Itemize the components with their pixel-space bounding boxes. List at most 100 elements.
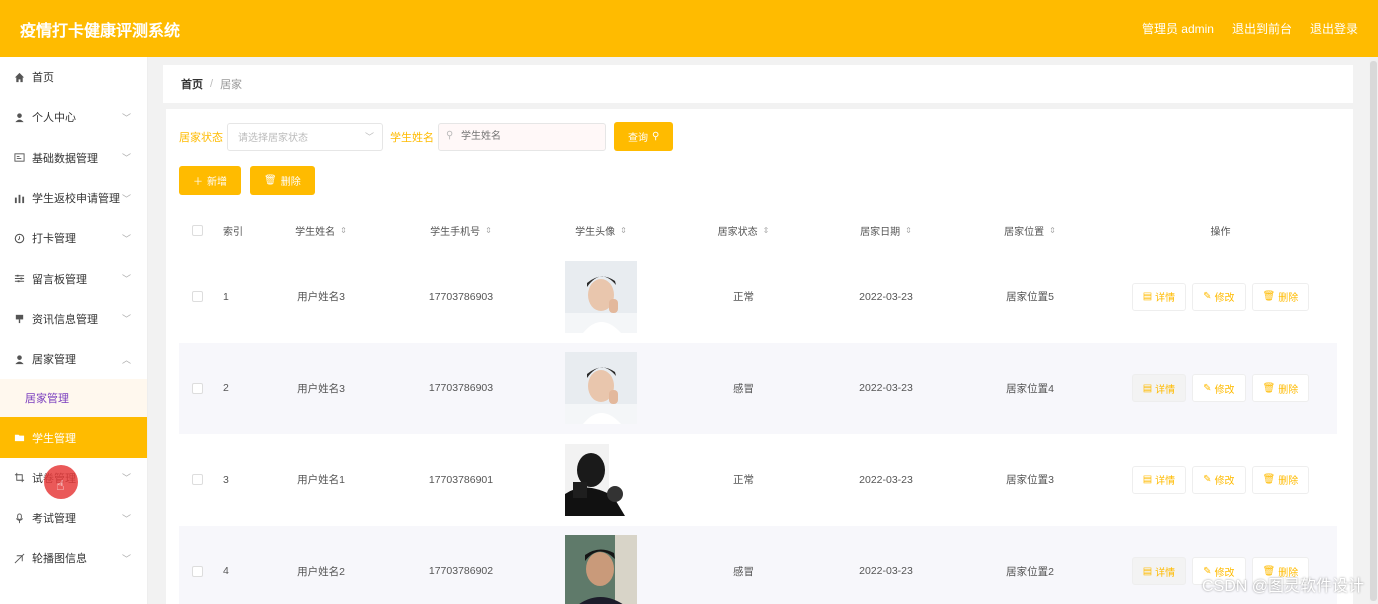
status-filter-label: 居家状态 xyxy=(179,131,223,144)
query-button[interactable]: 查询 ⚲ xyxy=(614,122,674,151)
submenu-item-home-quarantine[interactable]: 居家管理 xyxy=(0,379,147,418)
query-button-label: 查询 xyxy=(628,133,648,144)
sidebar-item-students[interactable]: 学生管理 xyxy=(0,417,147,458)
detail-button[interactable]: ▤ 详情 xyxy=(1131,557,1187,586)
sidebar-item-return-application[interactable]: 学生返校申请管理 ﹀ xyxy=(0,178,147,218)
status-select[interactable]: 请选择居家状态 ﹀ xyxy=(227,122,383,151)
column-header-phone[interactable]: 学生手机号 ⇕ xyxy=(391,209,531,251)
cell-name: 用户姓名2 xyxy=(297,565,345,578)
delete-button[interactable]: 🗑 删除 xyxy=(1251,282,1310,311)
student-avatar-image xyxy=(565,535,637,604)
sidebar-item-exams[interactable]: 考试管理 ﹀ xyxy=(0,498,147,538)
cell-index: 3 xyxy=(223,473,229,486)
sort-icon[interactable]: ⇕ xyxy=(763,226,770,235)
detail-label: 详情 xyxy=(1155,293,1176,305)
cell-avatar xyxy=(531,526,671,604)
page-scrollbar[interactable] xyxy=(1369,57,1378,604)
select-all-checkbox[interactable] xyxy=(191,224,203,236)
add-button[interactable]: ＋ 新增 xyxy=(179,166,241,195)
bulk-delete-button[interactable]: 🗑 删除 xyxy=(250,166,315,195)
sort-icon[interactable]: ⇕ xyxy=(485,226,492,235)
top-header: 疫情打卡健康评测系统 管理员 admin 退出到前台 退出登录 xyxy=(0,0,1378,57)
header-checkbox-cell[interactable] xyxy=(179,209,215,251)
edit-button[interactable]: ✎ 修改 xyxy=(1192,374,1246,403)
delete-button[interactable]: 🗑 删除 xyxy=(1251,465,1310,494)
sidebar-item-message-board[interactable]: 留言板管理 ﹀ xyxy=(0,258,147,298)
delete-button[interactable]: 🗑 删除 xyxy=(1251,374,1310,403)
row-checkbox-cell[interactable] xyxy=(179,526,215,604)
cell-phone: 17703786903 xyxy=(428,382,494,395)
clock-icon xyxy=(12,231,26,245)
detail-button[interactable]: ▤ 详情 xyxy=(1131,282,1187,311)
sidebar-item-news[interactable]: 资讯信息管理 ﹀ xyxy=(0,299,147,339)
sidebar-item-papers[interactable]: 试卷管理 ﹀ xyxy=(0,458,147,498)
breadcrumb-home[interactable]: 首页 xyxy=(181,76,203,92)
sidebar-item-label: 试卷管理 xyxy=(32,472,76,485)
student-avatar-image xyxy=(565,352,637,425)
folder-icon xyxy=(12,431,26,445)
detail-button[interactable]: ▤ 详情 xyxy=(1131,465,1187,494)
main-content: 首页 / 居家 居家状态 请选择居家状态 ﹀ 学生姓名 ⚲ 查询 ⚲ ＋ 新增 xyxy=(163,57,1367,604)
sidebar-item-home-quarantine[interactable]: 居家管理 ︿ xyxy=(0,339,147,379)
sort-icon[interactable]: ⇕ xyxy=(340,226,347,235)
pencil-icon: ✎ xyxy=(1203,291,1212,303)
name-search-wrapper: ⚲ xyxy=(438,122,606,151)
row-checkbox-cell[interactable] xyxy=(179,343,215,435)
column-label: 居家状态 xyxy=(717,226,758,238)
crop-icon xyxy=(12,471,26,485)
sidebar-item-carousel[interactable]: 轮播图信息 ﹀ xyxy=(0,538,147,578)
row-checkbox-cell[interactable] xyxy=(179,251,215,343)
sidebar-item-label: 轮播图信息 xyxy=(32,553,87,566)
watermark: CSDN @图灵软件设计 xyxy=(1201,578,1364,595)
delete-button-label: 删除 xyxy=(280,177,301,188)
student-avatar-image xyxy=(565,443,637,516)
breadcrumb-current: 居家 xyxy=(220,79,243,91)
edit-button[interactable]: ✎ 修改 xyxy=(1192,465,1246,494)
cell-location: 居家位置5 xyxy=(1006,291,1054,304)
row-checkbox[interactable] xyxy=(191,382,203,394)
scrollbar-thumb[interactable] xyxy=(1370,61,1377,601)
sidebar-item-label: 首页 xyxy=(32,72,54,85)
data-table: 索引 学生姓名 ⇕ 学生手机号 ⇕ 学生头像 ⇕ 居家状态 ⇕ 居家日期 ⇕ 居家位置 ⇕ … xyxy=(179,209,1337,604)
sidebar-item-basic-data[interactable]: 基础数据管理 ﹀ xyxy=(0,138,147,178)
chevron-down-icon: ﹀ xyxy=(121,274,131,285)
edit-button[interactable]: ✎ 修改 xyxy=(1192,282,1246,311)
submenu-item-label: 居家管理 xyxy=(25,393,69,406)
row-checkbox[interactable] xyxy=(191,565,203,577)
row-checkbox[interactable] xyxy=(191,474,203,486)
detail-button[interactable]: ▤ 详情 xyxy=(1131,374,1187,403)
cell-status: 感冒 xyxy=(733,565,754,578)
delete-label: 删除 xyxy=(1278,384,1299,396)
trash-icon: 🗑 xyxy=(1262,382,1276,394)
row-checkbox-cell[interactable] xyxy=(179,434,215,526)
column-header-date[interactable]: 居家日期 ⇕ xyxy=(816,209,956,251)
document-icon: ▤ xyxy=(1142,565,1153,577)
edit-label: 修改 xyxy=(1214,293,1235,305)
chevron-down-icon: ﹀ xyxy=(121,553,131,564)
sidebar-item-home[interactable]: 首页 xyxy=(0,57,147,97)
sort-icon[interactable]: ⇕ xyxy=(905,226,912,235)
cell-phone: 17703786901 xyxy=(428,473,494,486)
column-header-location[interactable]: 居家位置 ⇕ xyxy=(956,209,1104,251)
toolbar: ＋ 新增 🗑 删除 xyxy=(179,166,315,195)
sidebar-item-label: 个人中心 xyxy=(32,112,76,125)
detail-label: 详情 xyxy=(1155,567,1176,579)
cell-phone: 17703786903 xyxy=(428,290,494,303)
sidebar-item-profile[interactable]: 个人中心 ﹀ xyxy=(0,97,147,137)
back-to-frontend-link[interactable]: 退出到前台 xyxy=(1232,20,1292,37)
column-header-status[interactable]: 居家状态 ⇕ xyxy=(671,209,816,251)
sidebar-item-label: 打卡管理 xyxy=(32,233,76,246)
sliders-icon xyxy=(12,272,26,286)
name-search-input[interactable] xyxy=(438,122,606,151)
row-checkbox[interactable] xyxy=(191,291,203,303)
search-icon: ⚲ xyxy=(446,129,454,141)
column-header-name[interactable]: 学生姓名 ⇕ xyxy=(251,209,391,251)
document-icon: ▤ xyxy=(1142,382,1153,394)
sort-icon[interactable]: ⇕ xyxy=(620,226,627,235)
column-header-avatar[interactable]: 学生头像 ⇕ xyxy=(531,209,671,251)
sort-icon[interactable]: ⇕ xyxy=(1049,226,1056,235)
delete-label: 删除 xyxy=(1278,476,1299,488)
logout-link[interactable]: 退出登录 xyxy=(1310,20,1358,37)
sidebar-item-checkin[interactable]: 打卡管理 ﹀ xyxy=(0,218,147,258)
breadcrumb: 首页 / 居家 xyxy=(163,65,1353,103)
